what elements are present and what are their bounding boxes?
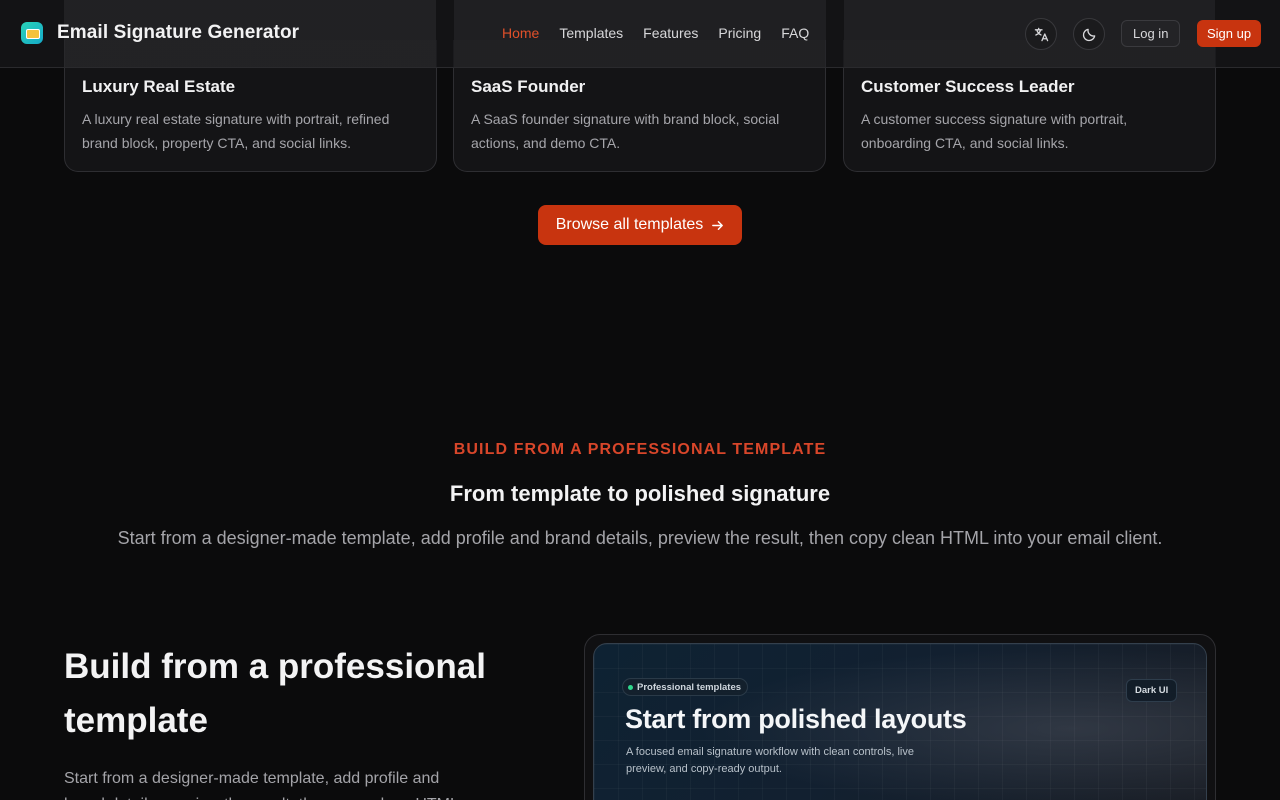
moon-icon: [1082, 28, 1095, 41]
preview-description: A focused email signature workflow with …: [626, 746, 914, 775]
browse-templates-label: Browse all templates: [555, 216, 704, 233]
preview-title: Start from polished layouts: [625, 704, 967, 734]
browse-templates-button[interactable]: Browse all templates: [538, 205, 742, 245]
app-logo-icon: [21, 22, 43, 44]
template-preview: Professional templates Dark UI Start fro…: [593, 643, 1207, 800]
template-card-description: A customer success signature with portra…: [861, 111, 1128, 151]
nav-features[interactable]: Features: [643, 25, 698, 41]
nav-faq[interactable]: FAQ: [781, 25, 809, 41]
signup-button[interactable]: Sign up: [1197, 20, 1262, 47]
nav-templates[interactable]: Templates: [559, 25, 623, 41]
template-card-description: A SaaS founder signature with brand bloc…: [471, 111, 780, 151]
translate-icon: [1034, 27, 1048, 41]
template-card-title: Luxury Real Estate: [82, 77, 236, 96]
template-card-title: Customer Success Leader: [861, 77, 1075, 96]
feature-description: Start from a designer-made template, add…: [64, 770, 459, 800]
feature-title: Build from a professional template: [64, 647, 486, 740]
brand-name: Email Signature Generator: [57, 22, 300, 43]
nav-pricing[interactable]: Pricing: [718, 25, 761, 41]
section-eyebrow: BUILD FROM A PROFESSIONAL TEMPLATE: [453, 441, 827, 458]
template-card-description: A luxury real estate signature with port…: [82, 111, 390, 151]
template-card-title: SaaS Founder: [471, 77, 586, 96]
section-title: From template to polished signature: [449, 481, 831, 506]
preview-pill: Professional templates: [622, 678, 749, 696]
language-button[interactable]: [1025, 18, 1057, 50]
theme-toggle-button[interactable]: [1073, 18, 1105, 50]
login-button[interactable]: Log in: [1121, 20, 1181, 47]
arrow-right-icon: [712, 220, 724, 230]
section-subtitle: Start from a designer-made template, add…: [117, 528, 1163, 548]
brand[interactable]: Email Signature Generator: [21, 22, 299, 44]
site-header: Email Signature Generator Home Templates…: [0, 0, 1280, 68]
nav-home[interactable]: Home: [502, 25, 539, 41]
main-nav: Home Templates Features Pricing FAQ: [502, 25, 829, 41]
dark-ui-badge: Dark UI: [1126, 679, 1178, 702]
